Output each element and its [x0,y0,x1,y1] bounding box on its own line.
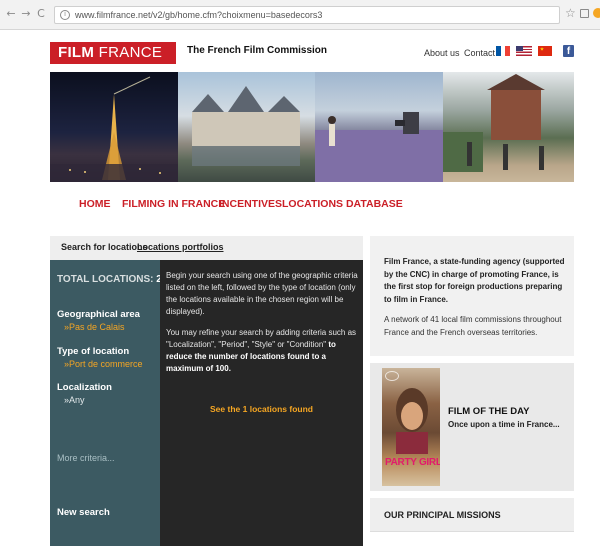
photo-banner [50,72,574,182]
manor-house-icon [443,74,545,172]
new-search-link[interactable]: New search [57,507,110,518]
french-flag-icon[interactable] [496,46,511,56]
search-instructions-panel: Begin your search using one of the geogr… [160,260,363,546]
poster-title: PARTY GIRL [385,457,440,468]
geographical-area-value[interactable]: »Pas de Calais [64,322,125,332]
url-text[interactable]: www.filmfrance.net/v2/gb/home.cfm?choixm… [75,10,322,20]
about-paragraph: Film France, a state-funding agency (sup… [384,256,570,306]
localization-label[interactable]: Localization [57,382,112,393]
about-film-france-box: Film France, a state-funding agency (sup… [370,236,574,356]
extension-icon[interactable] [580,9,589,18]
search-intro-text: Begin your search using one of the geogr… [166,271,358,316]
banner-lavender-field-photo [315,72,443,182]
search-criteria-panel: TOTAL LOCATIONS: 22038 Geographical area… [50,260,184,546]
film-of-the-day-box: PARTY GIRL FILM OF THE DAY Once upon a t… [370,363,574,491]
type-of-location-value[interactable]: »Port de commerce [64,359,143,369]
localization-value[interactable]: »Any [64,395,85,405]
poster-portrait-icon [396,388,428,454]
film-france-logo[interactable]: FILM FRANCE [50,42,176,64]
chinese-flag-icon[interactable] [538,46,552,56]
back-arrow-icon[interactable]: ← [5,8,17,20]
tab-search-for-locations[interactable]: Search for locations [61,242,148,252]
facebook-icon[interactable]: f [563,45,574,57]
us-flag-icon[interactable] [516,46,532,56]
network-paragraph: A network of 41 local film commissions t… [384,315,562,337]
more-criteria-link[interactable]: More criteria... [57,453,115,463]
nav-incentives[interactable]: INCENTIVES [219,198,282,210]
type-of-location-label[interactable]: Type of location [57,346,129,357]
contact-link[interactable]: Contact [464,48,495,58]
film-of-the-day-heading: FILM OF THE DAY [448,406,530,417]
film-crew-icon [315,112,443,182]
forward-arrow-icon[interactable]: → [20,8,32,20]
principal-missions-box[interactable]: OUR PRINCIPAL MISSIONS [370,498,574,532]
reload-icon[interactable]: C [35,8,47,20]
banner-chateau-photo [178,72,315,182]
see-locations-link[interactable]: See the 1 locations found [160,404,363,414]
banner-film-set-photo [443,72,574,182]
tab-locations-portfolios[interactable]: Locations portfolios [137,242,224,252]
bookmark-star-icon[interactable]: ☆ [565,7,576,19]
banner-eiffel-tower-photo [50,72,178,182]
profile-icon[interactable] [593,8,600,18]
total-locations-label: TOTAL LOCATIONS: [57,274,154,285]
search-refine-text: You may refine your search by adding cri… [166,327,360,375]
about-paragraph-text: Film France, a state-funding agency (sup… [384,257,565,304]
search-tabs: Search for locations Locations portfolio… [50,236,363,260]
nav-home[interactable]: HOME [79,198,111,210]
eiffel-tower-icon [50,76,178,182]
film-poster[interactable]: PARTY GIRL [382,368,440,486]
browser-toolbar: ← → C i www.filmfrance.net/v2/gb/home.cf… [0,0,600,30]
about-us-link[interactable]: About us [424,48,460,58]
address-bar[interactable]: i www.filmfrance.net/v2/gb/home.cfm?choi… [54,6,560,24]
logo-thin-text: FRANCE [98,44,163,61]
info-icon[interactable]: i [60,10,70,20]
nav-filming-in-france[interactable]: FILMING IN FRANCE [122,198,225,210]
nav-locations-database[interactable]: LOCATIONS DATABASE [282,198,403,210]
site-tagline: The French Film Commission [187,45,328,56]
film-of-the-day-title[interactable]: Once upon a time in France... [448,420,560,429]
logo-bold-text: FILM [58,44,95,61]
chateau-icon [192,86,300,166]
principal-missions-heading: OUR PRINCIPAL MISSIONS [384,510,501,520]
geographical-area-label[interactable]: Geographical area [57,309,140,320]
